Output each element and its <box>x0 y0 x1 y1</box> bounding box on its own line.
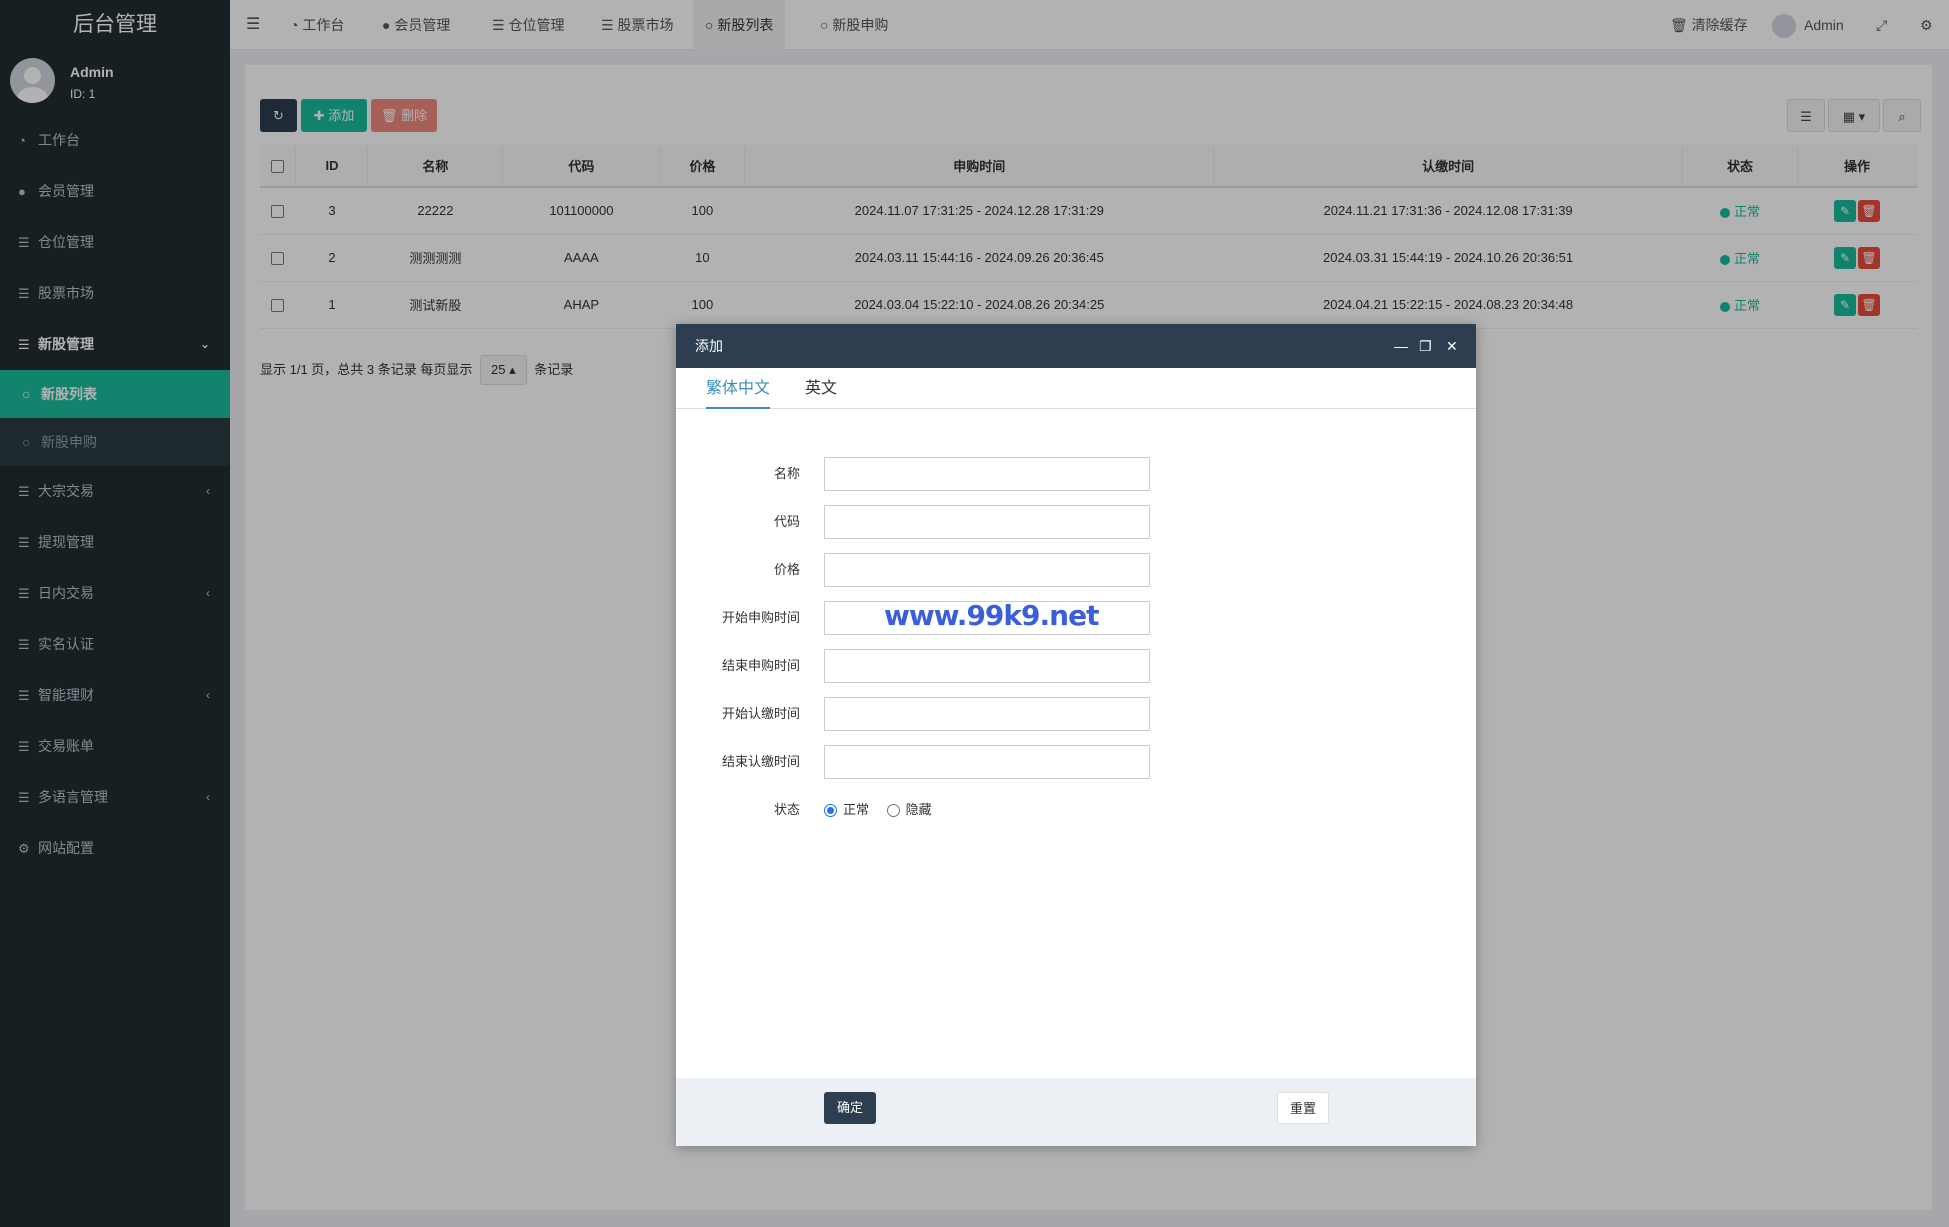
radio-label: 正常 <box>843 802 870 817</box>
price-label: 价格 <box>773 562 800 577</box>
form-row-pay-end: 结束认缴时间 <box>676 745 1476 779</box>
pay-start-input[interactable] <box>824 697 1150 731</box>
pay-end-input[interactable] <box>824 745 1150 779</box>
status-radio-group: 正常 隐藏 <box>824 793 932 827</box>
form-row-price: 价格 <box>676 553 1476 587</box>
code-input[interactable] <box>824 505 1150 539</box>
radio-checked[interactable] <box>824 804 837 818</box>
form-row-subscribe-end: 结束申购时间 <box>676 649 1476 683</box>
form-row-name: 名称 <box>676 457 1476 491</box>
name-input[interactable] <box>824 457 1150 491</box>
dialog-title: 添加 <box>695 338 723 354</box>
subscribe-end-label: 结束申购时间 <box>721 658 800 673</box>
subscribe-start-label: 开始申购时间 <box>721 610 800 625</box>
form-row-code: 代码 <box>676 505 1476 539</box>
pay-start-label: 开始认缴时间 <box>721 706 800 721</box>
status-option-hidden[interactable]: 隐藏 <box>886 802 932 818</box>
close-icon[interactable]: ✕ <box>1446 324 1458 368</box>
watermark-text: www.99k9.net <box>884 599 1099 632</box>
status-option-normal[interactable]: 正常 <box>824 802 870 818</box>
language-tabs: 繁体中文 英文 <box>676 368 1476 409</box>
name-label: 名称 <box>773 466 800 481</box>
tab-traditional-chinese[interactable]: 繁体中文 <box>706 368 771 409</box>
add-dialog: 添加 — ❐ ✕ 繁体中文 英文 名称 代码 价格 开始申购时间 结束申购时间 … <box>676 324 1476 1146</box>
pay-end-label: 结束认缴时间 <box>721 754 800 769</box>
minimize-icon[interactable]: — <box>1394 324 1408 368</box>
form-row-status: 状态 正常 隐藏 <box>676 793 1476 827</box>
radio-unchecked[interactable] <box>886 804 900 818</box>
reset-button[interactable]: 重置 <box>1277 1092 1329 1124</box>
confirm-button[interactable]: 确定 <box>824 1092 876 1124</box>
status-label: 状态 <box>773 802 800 817</box>
dialog-footer: 确定 重置 <box>676 1078 1476 1146</box>
code-label: 代码 <box>773 514 800 529</box>
price-input[interactable] <box>824 553 1150 587</box>
radio-label: 隐藏 <box>905 802 932 817</box>
form-row-pay-start: 开始认缴时间 <box>676 697 1476 731</box>
dialog-header: 添加 — ❐ ✕ <box>676 324 1476 368</box>
subscribe-end-input[interactable] <box>824 649 1150 683</box>
maximize-icon[interactable]: ❐ <box>1419 324 1432 368</box>
tab-english[interactable]: 英文 <box>805 368 837 409</box>
